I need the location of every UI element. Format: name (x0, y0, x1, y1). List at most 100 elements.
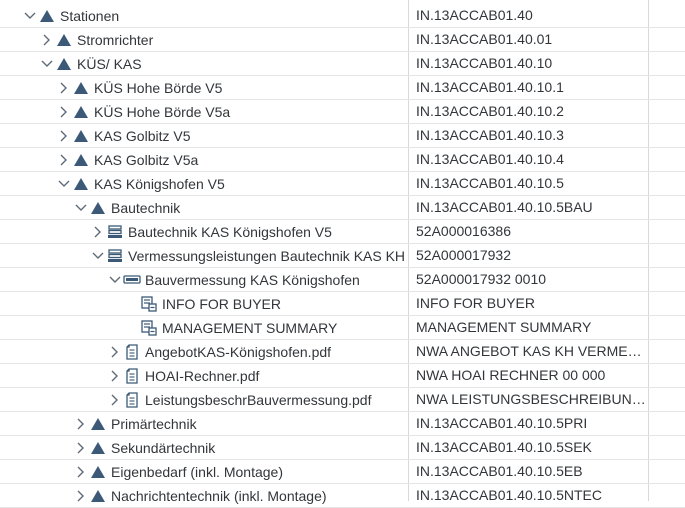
chevron-right-icon[interactable] (73, 460, 89, 483)
tree-node-cell: Vermessungsleistungen Bautechnik KAS KH (0, 244, 408, 267)
node-code: IN.13ACCAB01.40.10.5BAU (416, 199, 593, 215)
chevron-right-icon[interactable] (107, 388, 123, 411)
node-code: IN.13ACCAB01.40.10.3 (416, 127, 564, 143)
node-code: IN.13ACCAB01.40.10.4 (416, 151, 564, 167)
tree-row[interactable]: Vermessungsleistungen Bautechnik KAS KH 5… (0, 244, 685, 268)
node-label: Stromrichter (77, 31, 154, 48)
node-code: IN.13ACCAB01.40.10 (416, 55, 553, 71)
note-icon (140, 316, 158, 339)
chevron-right-icon[interactable] (39, 28, 55, 51)
triangle-icon (89, 196, 107, 219)
node-label: LeistungsbeschrBauvermessung.pdf (145, 391, 372, 408)
chevron-right-icon[interactable] (107, 340, 123, 363)
node-code: 52A000016386 (416, 223, 511, 239)
triangle-icon (72, 100, 90, 123)
tree-row[interactable]: AngebotKAS-Königshofen.pdf NWA ANGEBOT KA… (0, 340, 685, 364)
tree-row[interactable]: KÜS Hohe Börde V5 IN.13ACCAB01.40.10.1 (0, 76, 685, 100)
tree-row[interactable]: KAS Golbitz V5 IN.13ACCAB01.40.10.3 (0, 124, 685, 148)
node-label: KAS Golbitz V5 (94, 127, 191, 144)
node-code: IN.13ACCAB01.40 (416, 7, 533, 23)
tree-node-cell: Bautechnik KAS Königshofen V5 (0, 220, 408, 243)
chevron-down-icon[interactable] (107, 268, 123, 291)
node-label: KÜS Hohe Börde V5 (94, 79, 223, 96)
tree-node-cell: KAS Golbitz V5a (0, 148, 408, 171)
node-label: Primärtechnik (111, 415, 197, 432)
chevron-right-icon[interactable] (73, 412, 89, 435)
chevron-placeholder (124, 316, 140, 339)
tree-row[interactable]: MANAGEMENT SUMMARY MANAGEMENT SUMMARY (0, 316, 685, 340)
node-label: Bautechnik KAS Königshofen V5 (128, 223, 332, 240)
triangle-icon (72, 148, 90, 171)
node-code: MANAGEMENT SUMMARY (416, 319, 592, 335)
tree-row[interactable]: KÜS Hohe Börde V5a IN.13ACCAB01.40.10.2 (0, 100, 685, 124)
item-icon (123, 268, 141, 291)
node-code: NWA LEISTUNGSBESCHREIBUNG BAUVERMESSUNG (416, 391, 648, 407)
chevron-right-icon[interactable] (73, 484, 89, 507)
tree-row[interactable]: Bautechnik IN.13ACCAB01.40.10.5BAU (0, 196, 685, 220)
node-code: IN.13ACCAB01.40.10.1 (416, 79, 564, 95)
node-code: IN.13ACCAB01.40.10.5SEK (416, 439, 592, 455)
chevron-down-icon[interactable] (22, 4, 38, 27)
node-label: HOAI-Rechner.pdf (145, 367, 260, 384)
chevron-right-icon[interactable] (56, 124, 72, 147)
node-code: IN.13ACCAB01.40.10.2 (416, 103, 564, 119)
chevron-right-icon[interactable] (107, 364, 123, 387)
triangle-icon (55, 52, 73, 75)
node-label: Sekundärtechnik (111, 439, 216, 456)
tree-row[interactable]: KAS Golbitz V5a IN.13ACCAB01.40.10.4 (0, 148, 685, 172)
tree-row[interactable]: Nachrichtentechnik (inkl. Montage) IN.13A… (0, 484, 685, 508)
tree-row[interactable]: Sekundärtechnik IN.13ACCAB01.40.10.5SEK (0, 436, 685, 460)
document-icon (123, 388, 141, 411)
node-label: Bauvermessung KAS Königshofen (145, 271, 360, 288)
chevron-down-icon[interactable] (73, 196, 89, 219)
tree-row[interactable]: Stromrichter IN.13ACCAB01.40.01 (0, 28, 685, 52)
triangle-icon (89, 412, 107, 435)
node-label: Bautechnik (111, 199, 181, 216)
node-code: IN.13ACCAB01.40.01 (416, 31, 553, 47)
tree-row[interactable]: KÜS/ KAS IN.13ACCAB01.40.10 (0, 52, 685, 76)
tree-node-cell: KÜS/ KAS (0, 52, 408, 75)
triangle-icon (55, 28, 73, 51)
chevron-right-icon[interactable] (56, 148, 72, 171)
tree-row[interactable]: INFO FOR BUYER INFO FOR BUYER (0, 292, 685, 316)
node-code: IN.13ACCAB01.40.10.5 (416, 175, 564, 191)
tree-row[interactable]: Stationen IN.13ACCAB01.40 (0, 4, 685, 28)
tree-node-cell: Stationen (0, 4, 408, 27)
node-label: INFO FOR BUYER (162, 295, 282, 312)
node-label: AngebotKAS-Königshofen.pdf (145, 343, 332, 360)
tree-row[interactable]: Bautechnik KAS Königshofen V5 52A00001638… (0, 220, 685, 244)
tree-node-cell: Stromrichter (0, 28, 408, 51)
chevron-right-icon[interactable] (56, 100, 72, 123)
chevron-right-icon[interactable] (73, 436, 89, 459)
node-code: IN.13ACCAB01.40.10.5EB (416, 463, 583, 479)
tree-row[interactable]: HOAI-Rechner.pdf NWA HOAI RECHNER 00 000 (0, 364, 685, 388)
triangle-icon (89, 460, 107, 483)
tree-node-cell: INFO FOR BUYER (0, 292, 408, 315)
tree-row[interactable]: KAS Königshofen V5 IN.13ACCAB01.40.10.5 (0, 172, 685, 196)
node-label: Vermessungsleistungen Bautechnik KAS KH (128, 247, 406, 264)
tree-node-cell: Nachrichtentechnik (inkl. Montage) (0, 484, 408, 507)
node-code: NWA HOAI RECHNER 00 000 (416, 367, 606, 383)
chevron-down-icon[interactable] (56, 172, 72, 195)
tree-row[interactable]: Eigenbedarf (inkl. Montage) IN.13ACCAB01.… (0, 460, 685, 484)
node-label: Eigenbedarf (inkl. Montage) (111, 463, 283, 480)
triangle-icon (89, 484, 107, 507)
tree-table: Stationen IN.13ACCAB01.40 Stromrichter IN.1… (0, 0, 685, 508)
chevron-right-icon[interactable] (90, 220, 106, 243)
tree-row[interactable]: Primärtechnik IN.13ACCAB01.40.10.5PRI (0, 412, 685, 436)
node-code: 52A000017932 (416, 247, 511, 263)
tree-node-cell: KÜS Hohe Börde V5a (0, 100, 408, 123)
tree-node-cell: Primärtechnik (0, 412, 408, 435)
node-code: 52A000017932 0010 (416, 271, 547, 287)
node-code: IN.13ACCAB01.40.10.5PRI (416, 415, 588, 431)
triangle-icon (89, 436, 107, 459)
chevron-right-icon[interactable] (56, 76, 72, 99)
tree-row[interactable]: LeistungsbeschrBauvermessung.pdf NWA LEIS… (0, 388, 685, 412)
node-label: KAS Golbitz V5a (94, 151, 199, 168)
node-label: KAS Königshofen V5 (94, 175, 225, 192)
tree-row[interactable]: Bauvermessung KAS Königshofen 52A00001793… (0, 268, 685, 292)
node-label: KÜS/ KAS (77, 55, 142, 72)
chevron-down-icon[interactable] (39, 52, 55, 75)
tree-node-cell: LeistungsbeschrBauvermessung.pdf (0, 388, 408, 411)
chevron-down-icon[interactable] (90, 244, 106, 267)
